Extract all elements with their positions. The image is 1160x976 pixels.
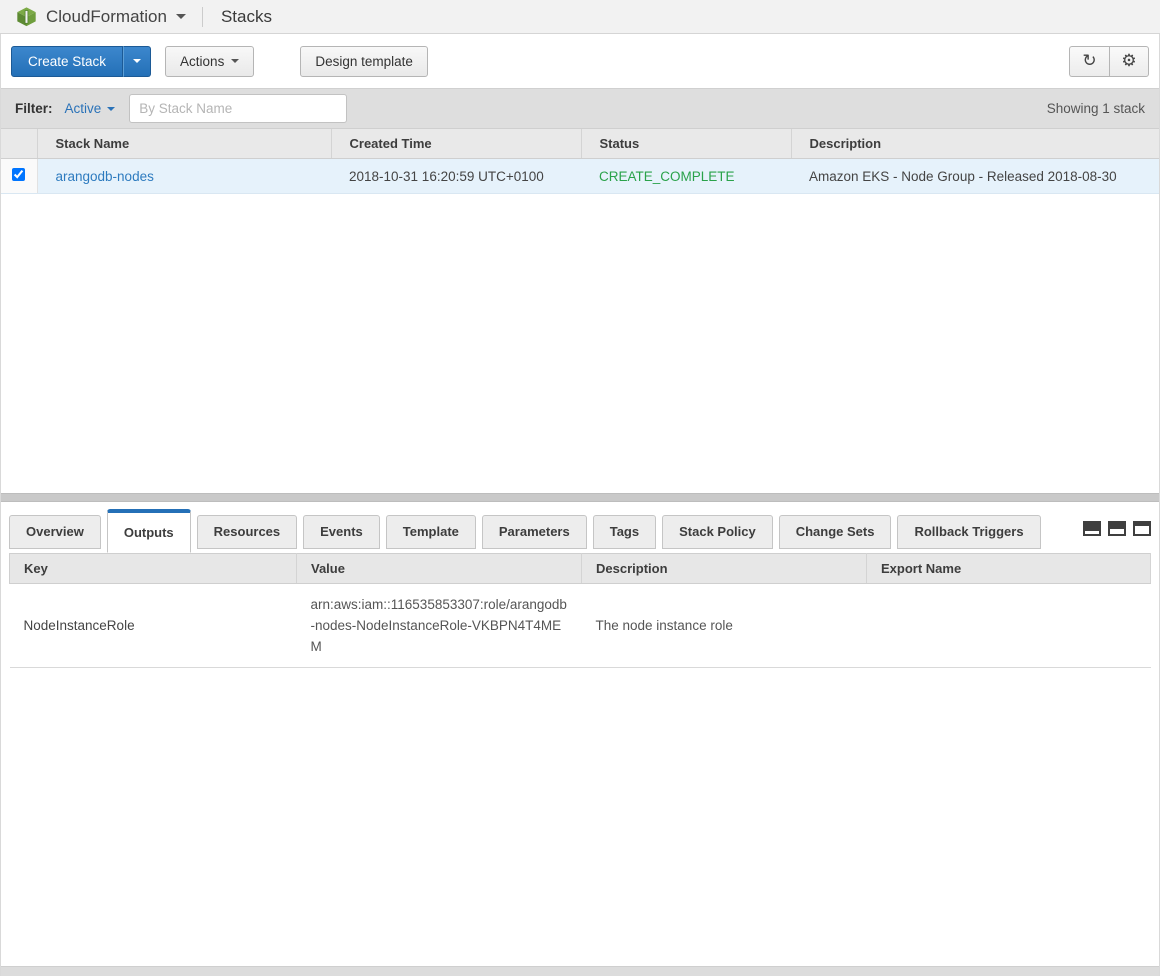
stack-row-checkbox[interactable] (12, 168, 25, 181)
output-value-cell: arn:aws:iam::116535853307:role/arangodb-… (297, 583, 582, 667)
toolbar-right-group: ↻ ⚙ (1069, 46, 1149, 77)
column-header-key[interactable]: Key (10, 553, 297, 583)
stack-name-link[interactable]: arangodb-nodes (56, 169, 154, 184)
stack-name-filter-input[interactable] (129, 94, 347, 123)
description-cell: Amazon EKS - Node Group - Released 2018-… (791, 159, 1159, 194)
service-switcher[interactable]: CloudFormation (0, 0, 202, 33)
output-description-cell: The node instance role (582, 583, 867, 667)
actions-button[interactable]: Actions (165, 46, 254, 77)
cloudformation-icon (16, 6, 37, 27)
filter-status-value: Active (65, 101, 102, 116)
splitter-gap (1, 502, 1159, 509)
service-name: CloudFormation (46, 7, 167, 27)
tab-overview[interactable]: Overview (9, 515, 101, 549)
pane-size-small-icon[interactable] (1083, 521, 1101, 536)
detail-tabs: Overview Outputs Resources Events Templa… (1, 509, 1159, 553)
checkbox-column-header (1, 129, 37, 159)
tab-change-sets[interactable]: Change Sets (779, 515, 892, 549)
filter-label: Filter: (15, 101, 53, 116)
chevron-down-icon (133, 59, 141, 63)
table-row: NodeInstanceRole arn:aws:iam::1165358533… (10, 583, 1151, 667)
refresh-button[interactable]: ↻ (1069, 46, 1109, 77)
outputs-panel: Key Value Description Export Name NodeIn… (1, 553, 1159, 668)
column-header-created-time[interactable]: Created Time (331, 129, 581, 159)
chevron-down-icon (231, 59, 239, 63)
status-badge: CREATE_COMPLETE (599, 169, 735, 184)
design-template-button[interactable]: Design template (300, 46, 428, 77)
create-stack-split-button: Create Stack (11, 46, 151, 77)
tab-parameters[interactable]: Parameters (482, 515, 587, 549)
table-row[interactable]: arangodb-nodes 2018-10-31 16:20:59 UTC+0… (1, 159, 1159, 194)
tab-rollback-triggers[interactable]: Rollback Triggers (897, 515, 1040, 549)
outputs-header-row: Key Value Description Export Name (10, 553, 1151, 583)
output-key-cell: NodeInstanceRole (10, 583, 297, 667)
bottom-resize-bar[interactable] (1, 966, 1159, 976)
showing-count: Showing 1 stack (1047, 101, 1145, 116)
created-time-cell: 2018-10-31 16:20:59 UTC+0100 (331, 159, 581, 194)
chevron-down-icon (176, 14, 186, 19)
create-stack-button[interactable]: Create Stack (11, 46, 123, 77)
column-header-description[interactable]: Description (791, 129, 1159, 159)
settings-button[interactable]: ⚙ (1109, 46, 1149, 77)
top-bar: CloudFormation Stacks (0, 0, 1160, 34)
column-header-value[interactable]: Value (297, 553, 582, 583)
chevron-down-icon (107, 107, 115, 111)
tab-template[interactable]: Template (386, 515, 476, 549)
row-checkbox-cell (1, 159, 37, 194)
column-header-export-name[interactable]: Export Name (867, 553, 1151, 583)
pane-splitter-handle[interactable] (1, 493, 1159, 502)
column-header-stack-name[interactable]: Stack Name (37, 129, 331, 159)
create-stack-dropdown-button[interactable] (123, 46, 151, 77)
outputs-table: Key Value Description Export Name NodeIn… (9, 553, 1151, 668)
tab-tags[interactable]: Tags (593, 515, 656, 549)
column-header-output-description[interactable]: Description (582, 553, 867, 583)
filter-bar: Filter: Active Showing 1 stack (1, 88, 1159, 128)
breadcrumb-page: Stacks (203, 7, 290, 27)
status-cell: CREATE_COMPLETE (581, 159, 791, 194)
stack-name-cell: arangodb-nodes (37, 159, 331, 194)
filter-status-dropdown[interactable]: Active (65, 101, 116, 116)
tab-events[interactable]: Events (303, 515, 380, 549)
gear-icon: ⚙ (1121, 51, 1136, 71)
outputs-empty-area (1, 668, 1159, 967)
pane-size-controls (1083, 521, 1151, 536)
design-template-label: Design template (315, 54, 413, 69)
pane-size-large-icon[interactable] (1133, 521, 1151, 536)
tab-resources[interactable]: Resources (197, 515, 297, 549)
refresh-icon: ↻ (1082, 51, 1096, 71)
tab-stack-policy[interactable]: Stack Policy (662, 515, 773, 549)
tab-outputs[interactable]: Outputs (107, 509, 191, 553)
actions-label: Actions (180, 54, 224, 69)
stacks-table: Stack Name Created Time Status Descripti… (1, 128, 1159, 194)
pane-size-medium-icon[interactable] (1108, 521, 1126, 536)
output-export-name-cell (867, 583, 1151, 667)
stacks-list-empty-area (1, 194, 1159, 493)
stacks-header-row: Stack Name Created Time Status Descripti… (1, 129, 1159, 159)
column-header-status[interactable]: Status (581, 129, 791, 159)
console-frame: Create Stack Actions Design template ↻ ⚙… (0, 34, 1160, 976)
toolbar: Create Stack Actions Design template ↻ ⚙ (1, 34, 1159, 88)
